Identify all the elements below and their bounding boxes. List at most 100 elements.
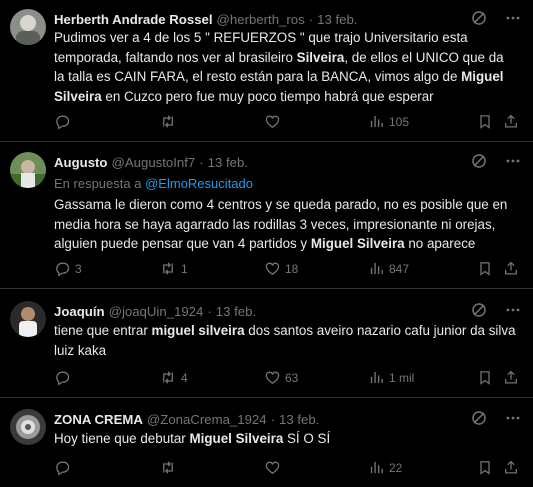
tweet-text: tiene que entrar miguel silveira dos san… (54, 321, 517, 360)
separator-dot: · (308, 11, 314, 27)
more-icon[interactable] (505, 410, 521, 426)
grok-icon[interactable] (471, 10, 487, 26)
views-button[interactable]: 1 mil (368, 369, 414, 386)
reply-icon (54, 113, 71, 130)
more-icon[interactable] (505, 10, 521, 26)
more-icon[interactable] (505, 302, 521, 318)
display-name[interactable]: Herberth Andrade Rossel (54, 12, 213, 27)
text-run: tiene que entrar (54, 323, 152, 338)
views-icon (368, 459, 385, 476)
reply-to-mention[interactable]: @ElmoResucitado (145, 176, 253, 191)
repost-icon (159, 459, 177, 476)
tweet-text: Gassama le dieron como 4 centros y se qu… (54, 195, 517, 254)
bookmark-button[interactable] (477, 113, 493, 130)
display-name[interactable]: Augusto (54, 155, 107, 170)
like-count: 18 (285, 261, 299, 276)
share-icon (503, 260, 519, 277)
tweet-date[interactable]: 13 feb. (208, 155, 248, 170)
user-handle[interactable]: @joaqUin_1924 (109, 304, 204, 319)
bookmark-button[interactable] (477, 260, 493, 277)
views-button[interactable]: 847 (368, 260, 409, 277)
highlighted-keyword: Silveira (296, 49, 345, 65)
user-handle[interactable]: @herberth_ros (217, 12, 305, 27)
action-bar: 4 63 1 mil (54, 369, 521, 389)
reply-button[interactable] (54, 113, 75, 130)
avatar[interactable] (10, 152, 46, 188)
separator-dot: · (207, 303, 212, 319)
bookmark-button[interactable] (477, 369, 493, 386)
reply-count: 3 (75, 261, 82, 276)
like-button[interactable]: 63 (264, 369, 298, 386)
views-button[interactable]: 105 (368, 113, 409, 130)
avatar[interactable] (10, 301, 46, 337)
views-icon (368, 113, 385, 130)
repost-icon (159, 369, 177, 386)
highlighted-keyword: Miguel Silveira (189, 431, 284, 446)
grok-icon[interactable] (471, 153, 487, 169)
text-run: Hoy tiene que debutar (54, 431, 190, 446)
reply-icon (54, 369, 71, 386)
tweet[interactable]: Joaquín @joaqUin_1924 · 13 feb. tiene qu… (0, 289, 533, 398)
display-name[interactable]: ZONA CREMA (54, 412, 143, 427)
share-button[interactable] (503, 260, 519, 277)
bookmark-icon (477, 459, 493, 476)
tweet[interactable]: ZONA CREMA @ZonaCrema_1924 · 13 feb. Hoy… (0, 398, 533, 487)
user-handle[interactable]: @AugustoInf7 (111, 155, 195, 170)
repost-icon (159, 113, 177, 130)
share-button[interactable] (503, 113, 519, 130)
views-icon (368, 369, 385, 386)
repost-button[interactable]: 4 (159, 369, 188, 386)
reply-button[interactable]: 3 (54, 260, 82, 277)
reply-icon (54, 459, 71, 476)
more-icon[interactable] (505, 153, 521, 169)
views-count: 105 (389, 114, 410, 129)
text-run: en Cuzco pero fue muy poco tiempo habrá … (101, 88, 434, 104)
reply-to-label: En respuesta a (54, 176, 142, 191)
share-icon (503, 113, 519, 130)
heart-icon (264, 459, 281, 476)
grok-icon[interactable] (471, 302, 487, 318)
like-button[interactable] (264, 459, 285, 476)
repost-button[interactable] (159, 113, 181, 130)
tweet-date[interactable]: 13 feb. (216, 304, 256, 319)
tweet-date[interactable]: 13 feb. (279, 412, 319, 427)
separator-dot: · (270, 411, 275, 427)
views-count: 22 (389, 460, 403, 475)
reply-context: En respuesta a @ElmoResucitado (54, 176, 253, 191)
like-button[interactable]: 18 (264, 260, 298, 277)
views-count: 1 mil (389, 370, 415, 385)
share-button[interactable] (503, 459, 519, 476)
avatar[interactable] (10, 409, 46, 445)
views-button[interactable]: 22 (368, 459, 402, 476)
action-bar: 3 1 18 847 (54, 260, 521, 280)
like-button[interactable] (264, 113, 285, 130)
user-handle[interactable]: @ZonaCrema_1924 (147, 412, 267, 427)
bookmark-button[interactable] (477, 459, 493, 476)
tweet[interactable]: Herberth Andrade Rossel @herberth_ros · … (0, 0, 533, 142)
action-bar: 22 (54, 459, 521, 479)
highlighted-keyword: miguel silveira (151, 323, 245, 338)
highlighted-keyword: Miguel Silveira (310, 236, 405, 251)
tweet[interactable]: Augusto @AugustoInf7 · 13 feb. En respue… (0, 142, 533, 289)
avatar[interactable] (10, 9, 46, 45)
repost-icon (159, 260, 177, 277)
display-name[interactable]: Joaquín (54, 304, 105, 319)
heart-icon (264, 260, 281, 277)
separator-dot: · (199, 154, 204, 170)
repost-count: 1 (181, 261, 188, 276)
tweet-date[interactable]: 13 feb. (317, 12, 357, 27)
text-run: SÍ O SÍ (283, 431, 331, 446)
repost-button[interactable]: 1 (159, 260, 188, 277)
repost-button[interactable] (159, 459, 181, 476)
bookmark-icon (477, 369, 493, 386)
reply-icon (54, 260, 71, 277)
tweet-text: Pudimos ver a 4 de los 5 " REFUERZOS " q… (54, 28, 517, 106)
share-icon (503, 459, 519, 476)
views-count: 847 (389, 261, 410, 276)
grok-icon[interactable] (471, 410, 487, 426)
tweet-text: Hoy tiene que debutar Miguel Silveira SÍ… (54, 429, 517, 449)
like-count: 63 (285, 370, 299, 385)
share-button[interactable] (503, 369, 519, 386)
reply-button[interactable] (54, 459, 75, 476)
reply-button[interactable] (54, 369, 75, 386)
